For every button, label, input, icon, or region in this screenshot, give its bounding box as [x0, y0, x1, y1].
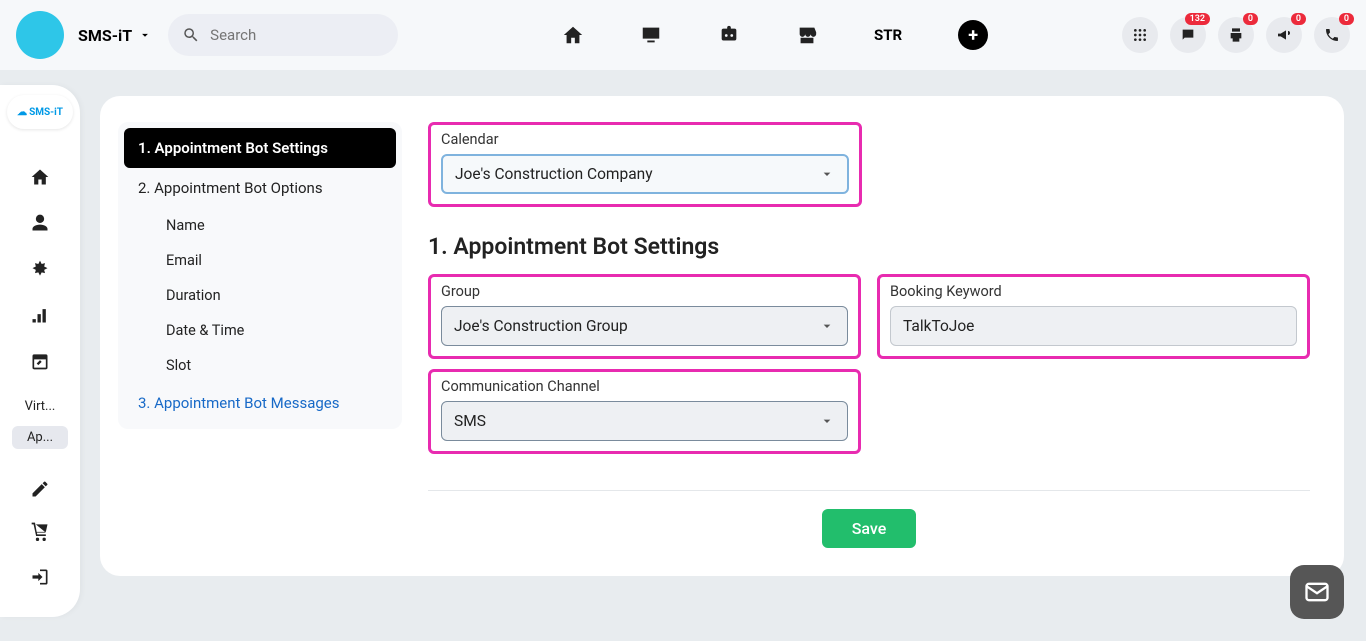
sidebar-calendar-icon[interactable]	[30, 351, 50, 371]
keyword-label: Booking Keyword	[890, 283, 1297, 300]
str-nav[interactable]: STR	[874, 26, 902, 44]
search-icon	[182, 26, 200, 44]
phone-button[interactable]: 0	[1314, 17, 1350, 53]
nav-sub-email[interactable]: Email	[124, 243, 396, 278]
save-button[interactable]: Save	[822, 509, 917, 548]
mail-fab[interactable]	[1290, 565, 1344, 619]
search-input[interactable]	[210, 26, 384, 44]
channel-select[interactable]: SMS	[441, 401, 848, 441]
group-value: Joe's Construction Group	[454, 317, 628, 335]
add-button[interactable]: +	[958, 20, 988, 50]
nav-sub-slot[interactable]: Slot	[124, 348, 396, 383]
brand-label: SMS-iT	[78, 26, 132, 45]
channel-label: Communication Channel	[441, 378, 848, 395]
robot-icon[interactable]	[718, 24, 740, 46]
mail-icon	[1303, 578, 1331, 606]
channel-highlight: Communication Channel SMS	[428, 369, 861, 454]
chat-button[interactable]: 132	[1170, 17, 1206, 53]
section-title: 1. Appointment Bot Settings	[428, 233, 1310, 260]
sidebar-user-icon[interactable]	[30, 213, 50, 233]
nav-sub-name[interactable]: Name	[124, 208, 396, 243]
divider	[428, 490, 1310, 491]
channel-value: SMS	[454, 412, 486, 430]
nav-sub-datetime[interactable]: Date & Time	[124, 313, 396, 348]
sidebar-steps-icon[interactable]	[30, 305, 50, 325]
sidebar-logout-icon[interactable]	[30, 567, 50, 587]
announce-button[interactable]: 0	[1266, 17, 1302, 53]
keyword-value: TalkToJoe	[903, 317, 974, 335]
sidebar-home-icon[interactable]	[30, 167, 50, 187]
phone-badge: 0	[1339, 13, 1354, 25]
bullhorn-icon	[1276, 27, 1292, 43]
sidebar-network-icon[interactable]	[30, 259, 50, 279]
sidebar-label-app[interactable]: Ap...	[12, 426, 68, 449]
print-button[interactable]: 0	[1218, 17, 1254, 53]
chevron-down-icon	[819, 318, 835, 334]
print-icon	[1228, 27, 1244, 43]
brand-dropdown[interactable]: SMS-iT	[78, 26, 152, 45]
group-label: Group	[441, 283, 848, 300]
top-bar: SMS-iT STR + 132 0 0 0	[0, 0, 1366, 70]
keyword-input[interactable]: TalkToJoe	[890, 306, 1297, 346]
calendar-value: Joe's Construction Company	[455, 165, 653, 183]
announce-badge: 0	[1291, 13, 1306, 25]
phone-icon	[1324, 27, 1340, 43]
keyword-highlight: Booking Keyword TalkToJoe	[877, 274, 1310, 359]
avatar[interactable]	[16, 11, 64, 59]
sidebar-cart-icon[interactable]	[30, 521, 50, 541]
chat-icon	[1180, 27, 1196, 43]
home-icon[interactable]	[562, 24, 584, 46]
form-area: Calendar Joe's Construction Company 1. A…	[402, 122, 1326, 550]
main-card: 1. Appointment Bot Settings 2. Appointme…	[100, 96, 1344, 576]
chevron-down-icon	[819, 166, 835, 182]
calendar-select[interactable]: Joe's Construction Company	[441, 154, 849, 194]
print-badge: 0	[1243, 13, 1258, 25]
top-center-nav: STR +	[428, 20, 1122, 50]
logo-text: ☁SMS-iT	[17, 107, 63, 118]
group-highlight: Group Joe's Construction Group	[428, 274, 861, 359]
apps-button[interactable]	[1122, 17, 1158, 53]
logo-badge[interactable]: ☁SMS-iT	[7, 95, 73, 129]
search-field[interactable]	[168, 14, 398, 56]
calendar-highlight: Calendar Joe's Construction Company	[428, 122, 862, 207]
chevron-down-icon	[138, 28, 152, 42]
sidebar-label-virt[interactable]: Virt...	[12, 395, 68, 418]
sidebar-edit-icon[interactable]	[30, 479, 50, 499]
store-icon[interactable]	[796, 24, 818, 46]
settings-nav-panel: 1. Appointment Bot Settings 2. Appointme…	[118, 122, 402, 429]
group-select[interactable]: Joe's Construction Group	[441, 306, 848, 346]
monitor-icon[interactable]	[640, 24, 662, 46]
chevron-down-icon	[819, 413, 835, 429]
chat-badge: 132	[1185, 13, 1210, 25]
nav-item-bot-settings[interactable]: 1. Appointment Bot Settings	[124, 128, 396, 168]
top-right-actions: 132 0 0 0	[1122, 17, 1350, 53]
nav-item-bot-messages[interactable]: 3. Appointment Bot Messages	[124, 383, 396, 423]
nav-item-bot-options[interactable]: 2. Appointment Bot Options	[124, 168, 396, 208]
nav-sub-duration[interactable]: Duration	[124, 278, 396, 313]
left-sidebar: ☁SMS-iT Virt... Ap...	[0, 85, 80, 617]
grid-icon	[1132, 27, 1148, 43]
calendar-label: Calendar	[441, 131, 849, 148]
